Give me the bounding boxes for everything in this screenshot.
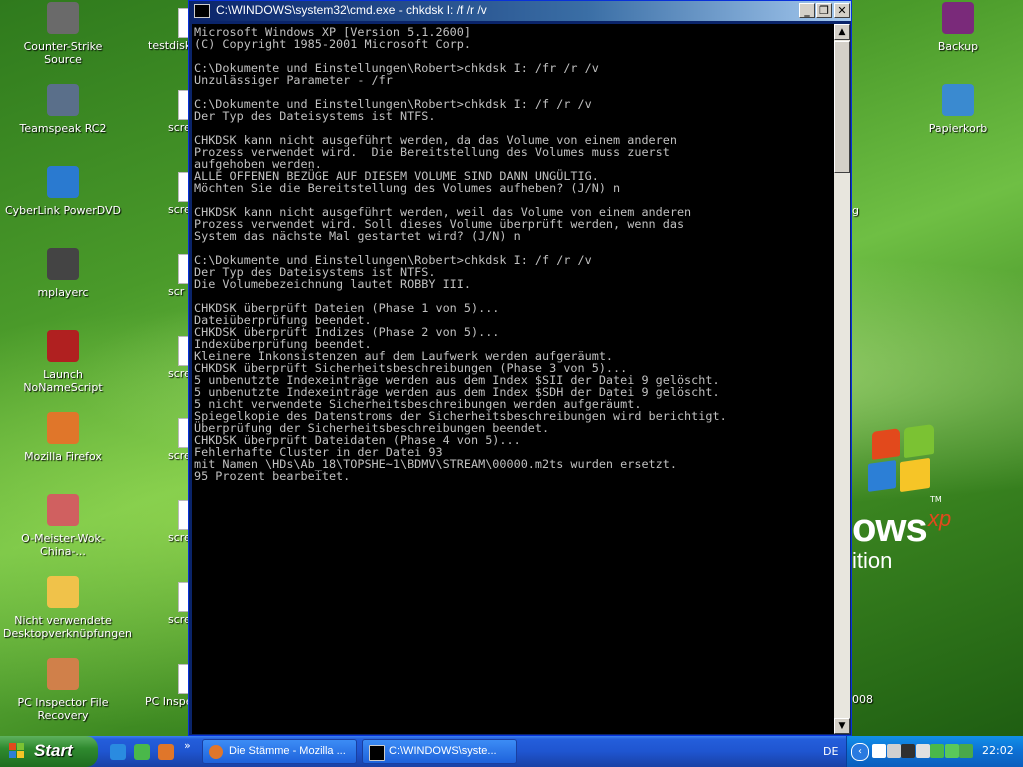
tray-chevron-button[interactable]: ‹	[851, 743, 869, 761]
update-icon[interactable]	[959, 744, 973, 758]
desktop-icon-label: mplayerc	[37, 286, 89, 299]
vertical-scrollbar[interactable]: ▲ ▼	[834, 24, 850, 734]
clock[interactable]: 22:02	[982, 744, 1014, 757]
console-output[interactable]: Microsoft Windows XP [Version 5.1.2600] …	[192, 24, 834, 734]
chevron-up-icon: ▲	[838, 27, 846, 37]
desktop-icon-label: Mozilla Firefox	[24, 450, 102, 463]
desktop-icon[interactable]: mplayerc	[3, 248, 123, 299]
edition-text: ition	[852, 548, 893, 573]
ie-icon[interactable]	[110, 744, 126, 760]
close-button[interactable]: ✕	[834, 3, 850, 18]
counter-strike-icon	[47, 2, 79, 34]
desktop-icon-label: Counter-Strike Source	[23, 40, 103, 66]
firefox-icon[interactable]	[158, 744, 174, 760]
cmd-icon	[369, 745, 385, 761]
desktop-icon[interactable]: PC Inspector File Recovery	[3, 658, 123, 722]
steam-icon[interactable]	[901, 744, 915, 758]
language-indicator[interactable]: DE	[823, 745, 838, 758]
desktop-icon[interactable]: Counter-Strike Source	[3, 2, 123, 66]
desktop-icon[interactable]: Backup	[898, 2, 1018, 53]
desktop-icon-label: Teamspeak RC2	[19, 122, 107, 135]
logo-text: ows	[852, 506, 928, 550]
desktop-icon[interactable]: Papierkorb	[898, 84, 1018, 135]
minimize-icon: _	[804, 4, 810, 17]
xp-text: xp	[928, 506, 952, 531]
desktop-icon[interactable]: Launch NoNameScript	[3, 330, 123, 394]
wallpaper-text: g	[852, 204, 859, 217]
desktop-icon-label: Launch NoNameScript	[23, 368, 103, 394]
document-icon	[47, 494, 79, 526]
taskbar-button-label: C:\WINDOWS\syste...	[389, 745, 497, 757]
scroll-thumb[interactable]	[834, 41, 850, 173]
title-bar[interactable]: C:\WINDOWS\system32\cmd.exe - chkdsk I: …	[189, 1, 851, 21]
quicklaunch-overflow[interactable]: »	[184, 739, 191, 752]
desktop-icon-label: PC Inspector File Recovery	[17, 696, 109, 722]
taskbar-button[interactable]: Die Stämme - Mozilla ...	[202, 739, 357, 764]
cmd-icon	[194, 4, 210, 18]
restore-button[interactable]: ❐	[816, 3, 832, 18]
program-icon[interactable]	[915, 744, 930, 758]
taskbar-button[interactable]: C:\WINDOWS\syste...	[362, 739, 517, 764]
close-icon: ✕	[837, 4, 847, 17]
pc-inspector-icon	[47, 658, 79, 690]
windows-flag-icon	[9, 743, 24, 758]
powerdvd-icon	[47, 166, 79, 198]
taskbar-button-label: Die Stämme - Mozilla ...	[229, 745, 346, 757]
desktop-icon[interactable]: Mozilla Firefox	[3, 412, 123, 463]
user-icon[interactable]	[930, 744, 944, 758]
desktop-icon-label-partial[interactable]: testdisk	[148, 39, 191, 52]
cmd-window[interactable]: C:\WINDOWS\system32\cmd.exe - chkdsk I: …	[188, 0, 852, 736]
script-icon	[47, 330, 79, 362]
start-label: Start	[34, 741, 73, 760]
desktop-icon-label: Backup	[937, 40, 979, 53]
firefox-icon	[47, 412, 79, 444]
desktop-icon-label: Nicht verwendete Desktopverknüpfungen	[3, 614, 132, 640]
restore-icon: ❐	[819, 4, 829, 17]
scroll-up-button[interactable]: ▲	[834, 24, 850, 40]
gear-icon[interactable]	[944, 744, 959, 758]
window-title: C:\WINDOWS\system32\cmd.exe - chkdsk I: …	[216, 3, 487, 17]
messenger-icon[interactable]	[134, 744, 150, 760]
folder-icon	[47, 576, 79, 608]
scroll-down-button[interactable]: ▼	[834, 718, 850, 734]
chevron-down-icon: ▼	[838, 721, 846, 731]
mplayer-icon	[47, 248, 79, 280]
chevron-left-icon: ‹	[858, 746, 862, 757]
volume-icon[interactable]	[886, 744, 901, 758]
windows-xp-logo: TM ows xp ition	[852, 420, 1023, 580]
desktop-icon[interactable]: Teamspeak RC2	[3, 84, 123, 135]
wallpaper-text: 008	[852, 693, 873, 706]
taskbar: Start » Die Stämme - Mozilla ... C:\WINDO…	[0, 736, 1023, 767]
recycle-bin-icon	[942, 84, 974, 116]
desktop-icon[interactable]: O-Meister-Wok-China-...	[3, 494, 123, 558]
desktop-icon-label-partial[interactable]: scr	[168, 285, 184, 298]
system-tray: ‹ 22:02	[846, 736, 1023, 767]
teamspeak-icon	[47, 84, 79, 116]
desktop-icon-label: O-Meister-Wok-China-...	[21, 532, 105, 558]
desktop-icon[interactable]: Nicht verwendete Desktopverknüpfungen	[3, 576, 132, 640]
desktop-icon[interactable]: CyberLink PowerDVD	[3, 166, 123, 217]
desktop-icon-label: CyberLink PowerDVD	[4, 204, 121, 217]
desktop-icon-label: Papierkorb	[928, 122, 988, 135]
tm-mark: TM	[930, 495, 942, 504]
minimize-button[interactable]: _	[799, 3, 815, 18]
desktop: Counter-Strike Source Teamspeak RC2 CyberL…	[0, 0, 1023, 736]
winrar-icon	[942, 2, 974, 34]
console-text: Microsoft Windows XP [Version 5.1.2600] …	[194, 25, 727, 483]
start-button[interactable]: Start	[0, 736, 98, 767]
firefox-icon	[209, 745, 223, 759]
network-icon[interactable]	[872, 744, 886, 758]
